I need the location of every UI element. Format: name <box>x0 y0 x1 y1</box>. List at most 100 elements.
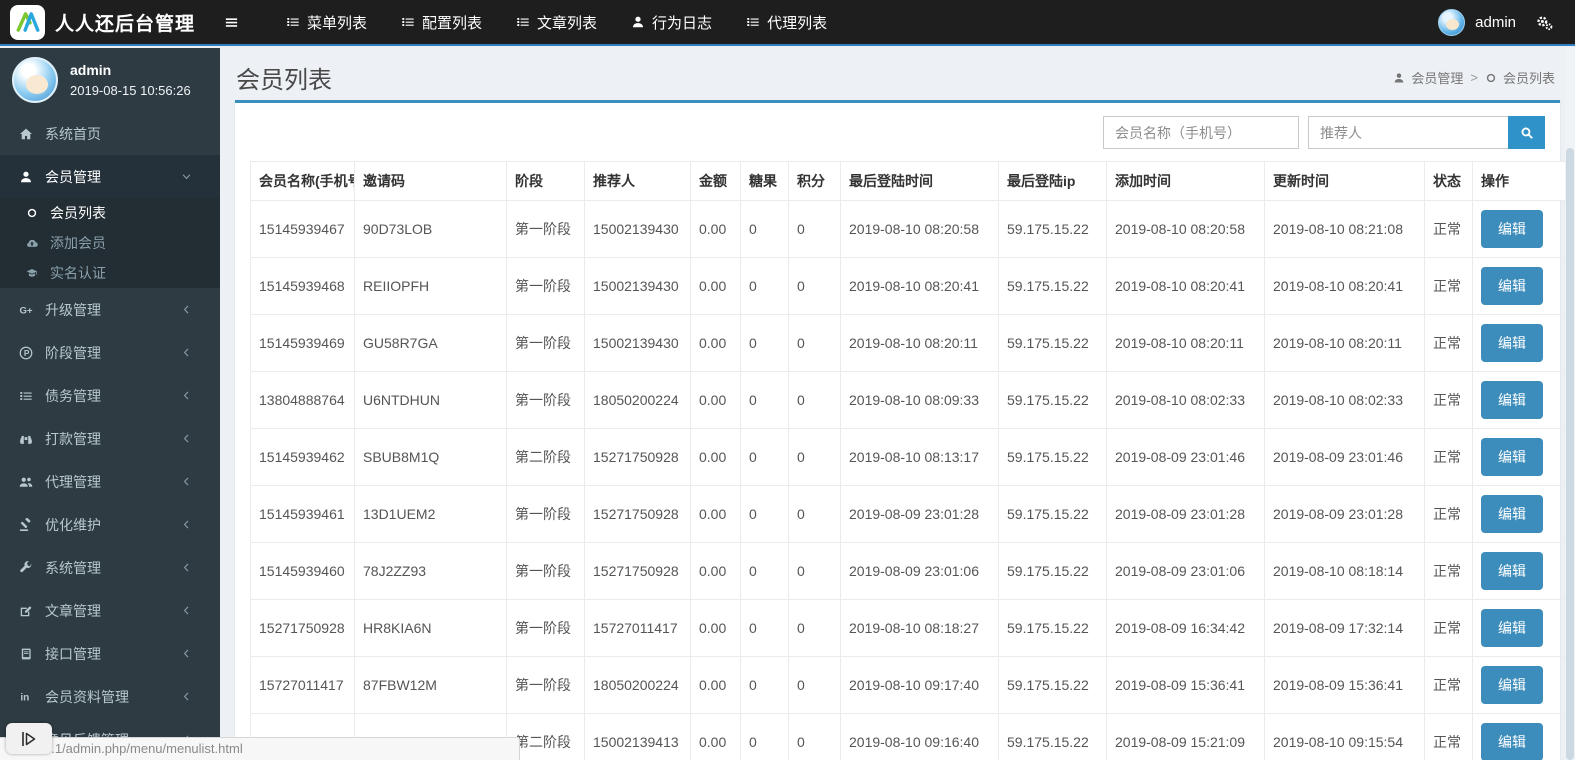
settings-gear-icon[interactable] <box>1536 14 1553 31</box>
table-cell: 0.00 <box>690 656 741 714</box>
actions-cell: 编辑 <box>1472 656 1573 714</box>
sidebar-item[interactable]: 系统管理 <box>0 546 220 589</box>
actions-cell: 编辑 <box>1472 257 1573 315</box>
table-cell: 59.175.15.22 <box>998 485 1107 543</box>
sidebar-item[interactable]: P 阶段管理 <box>0 331 220 374</box>
sidebar-item[interactable]: 接口管理 <box>0 632 220 675</box>
table-cell: 0 <box>788 371 841 429</box>
page-scrollbar <box>1565 48 1575 760</box>
table-row: 13804888764 U6NTDHUN 第一阶段 18050200224 0.00 0 0… <box>250 371 1573 429</box>
sidebar-subitem[interactable]: 会员列表 <box>0 198 220 228</box>
sidebar-item[interactable]: 债务管理 <box>0 374 220 417</box>
sidebar-item[interactable]: 代理管理 <box>0 460 220 503</box>
sidebar-item[interactable]: 优化维护 <box>0 503 220 546</box>
sidebar-item[interactable]: 打款管理 <box>0 417 220 460</box>
breadcrumb-item[interactable]: 会员管理 <box>1393 68 1463 87</box>
edit-button[interactable]: 编辑 <box>1481 438 1543 476</box>
sidebar-item[interactable]: 会员管理 <box>0 155 220 198</box>
table-cell: 0 <box>788 314 841 372</box>
sidebar-item[interactable]: in 会员资料管理 <box>0 675 220 718</box>
sidebar-section: 会员管理会员列表 添加会员 实名认证 <box>0 155 220 288</box>
sidebar-item-label: 会员管理 <box>45 168 101 185</box>
table-cell: 0 <box>740 713 789 760</box>
table-cell: 59.175.15.22 <box>998 371 1107 429</box>
search-button[interactable] <box>1508 116 1545 149</box>
chevron-left-icon <box>175 347 197 358</box>
sidebar-user-panel: admin 2019-08-15 10:56:26 <box>0 48 220 112</box>
list-icon <box>15 389 37 403</box>
sidebar-item[interactable]: 文章管理 <box>0 589 220 632</box>
table-cell: 0 <box>740 599 789 657</box>
table-cell: 0 <box>788 599 841 657</box>
table-column-header: 会员名称(手机号) <box>250 161 355 201</box>
user-icon <box>1393 72 1405 84</box>
table-cell: 15002139430 <box>584 257 691 315</box>
binoculars-icon <box>15 432 37 446</box>
edit-button[interactable]: 编辑 <box>1481 552 1543 590</box>
table-cell: 第一阶段 <box>506 599 585 657</box>
sidebar-section: 优化维护 <box>0 503 220 546</box>
brand[interactable]: 人人还后台管理 <box>0 4 210 40</box>
edit-button[interactable]: 编辑 <box>1481 666 1543 704</box>
edit-button[interactable]: 编辑 <box>1481 267 1543 305</box>
table-cell: 2019-08-09 15:36:41 <box>1106 656 1265 714</box>
table-cell: 第一阶段 <box>506 200 585 258</box>
table-cell: 0.00 <box>690 314 741 372</box>
chevron-left-icon <box>175 605 197 616</box>
sidebar-collapse-handle[interactable] <box>6 723 52 754</box>
sidebar-subitem[interactable]: 实名认证 <box>0 258 220 288</box>
linkedin-icon: in <box>15 690 37 704</box>
table-cell: 2019-08-10 08:02:33 <box>1264 371 1425 429</box>
edit-button[interactable]: 编辑 <box>1481 210 1543 248</box>
edit-button[interactable]: 编辑 <box>1481 381 1543 419</box>
topnav-item[interactable]: 行为日志 <box>614 0 729 44</box>
table-cell: 2019-08-10 08:02:33 <box>1106 371 1265 429</box>
member-name-input[interactable] <box>1103 116 1299 149</box>
users-icon <box>15 475 37 489</box>
referrer-input[interactable] <box>1308 116 1508 149</box>
table-cell: 0 <box>740 485 789 543</box>
table-cell: 87FBW12M <box>354 656 507 714</box>
topnav-item-label: 代理列表 <box>767 14 828 32</box>
table-cell: 2019-08-09 17:32:14 <box>1264 599 1425 657</box>
sidebar-item[interactable]: 系统首页 <box>0 112 220 155</box>
topnav-item[interactable]: 文章列表 <box>499 0 614 44</box>
table-cell: 0 <box>788 542 841 600</box>
breadcrumb-item[interactable]: 会员列表 <box>1485 68 1555 87</box>
table-cell: 2019-08-10 08:18:14 <box>1264 542 1425 600</box>
topnav-user[interactable]: admin <box>1438 8 1516 36</box>
status-cell: 正常 <box>1424 485 1473 543</box>
table-cell: 15727011417 <box>250 656 355 714</box>
actions-cell: 编辑 <box>1472 599 1573 657</box>
table-row: 15727011417 87FBW12M 第一阶段 18050200224 0.00 0 0… <box>250 656 1573 714</box>
edit-button[interactable]: 编辑 <box>1481 324 1543 362</box>
chevron-left-icon <box>175 304 197 315</box>
breadcrumb-separator: > <box>1470 70 1478 85</box>
scrollbar-thumb[interactable] <box>1566 148 1574 760</box>
topnav-item-label: 文章列表 <box>537 14 598 32</box>
circle-icon <box>22 207 42 219</box>
table-cell: 第一阶段 <box>506 257 585 315</box>
table-cell: 2019-08-10 08:20:11 <box>840 314 999 372</box>
table-cell: 59.175.15.22 <box>998 599 1107 657</box>
status-cell: 正常 <box>1424 428 1473 486</box>
table-column-header: 状态 <box>1424 161 1473 201</box>
topnav-item[interactable]: 代理列表 <box>729 0 844 44</box>
home-icon <box>15 127 37 141</box>
edit-button[interactable]: 编辑 <box>1481 609 1543 647</box>
table-column-header: 添加时间 <box>1106 161 1265 201</box>
table-cell: 15145939460 <box>250 542 355 600</box>
table-header-row: 会员名称(手机号)邀请码阶段推荐人金额糖果积分最后登陆时间最后登陆ip添加时间更… <box>250 161 1573 201</box>
edit-button[interactable]: 编辑 <box>1481 495 1543 533</box>
edit-button[interactable]: 编辑 <box>1481 723 1543 760</box>
table-cell: 0 <box>740 200 789 258</box>
svg-text:G+: G+ <box>19 305 32 316</box>
sidebar-subitem[interactable]: 添加会员 <box>0 228 220 258</box>
sidebar-username: admin <box>70 62 112 78</box>
topnav-item[interactable]: 菜单列表 <box>269 0 384 44</box>
topnav-item[interactable]: 配置列表 <box>384 0 499 44</box>
table-cell: 78J2ZZ93 <box>354 542 507 600</box>
sidebar-item-label: 代理管理 <box>45 473 101 490</box>
sidebar-item[interactable]: G+ 升级管理 <box>0 288 220 331</box>
sidebar-toggle-icon[interactable] <box>210 0 253 45</box>
